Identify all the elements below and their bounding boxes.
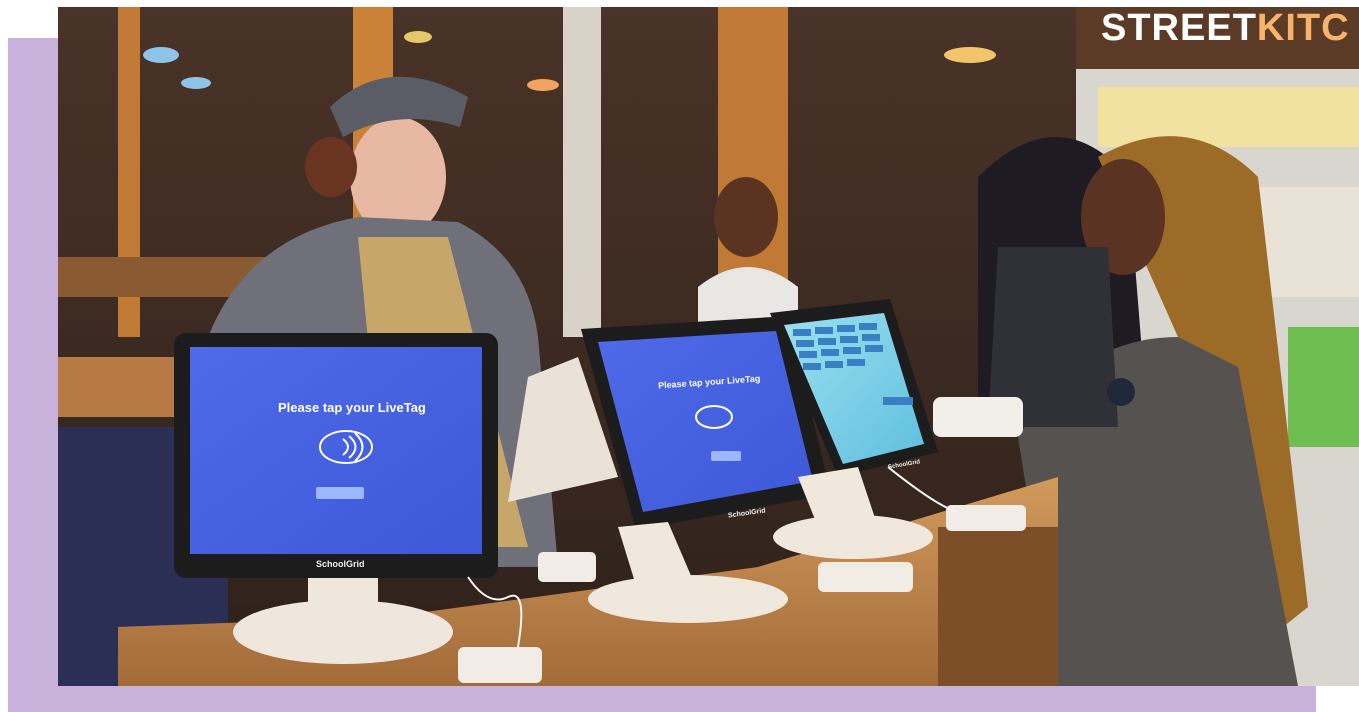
card-reader (818, 562, 913, 592)
student-background-face (714, 177, 778, 257)
kiosk-right-base (773, 515, 933, 559)
kiosk-left-prompt: Please tap your LiveTag (278, 400, 426, 415)
card-reader (458, 647, 542, 683)
kiosk-middle-base (588, 575, 788, 623)
cafeteria-photo: Please tap your LiveTag Please tap your … (58, 7, 1359, 686)
sign-word-street: STREET (1101, 7, 1257, 49)
school-logo-patch (1107, 378, 1135, 406)
kiosk-middle-button (711, 451, 741, 461)
ceiling-lamp (143, 47, 179, 63)
ceiling-lamp (181, 77, 211, 89)
scene-illustration (58, 7, 1359, 686)
staff-hair (305, 137, 357, 197)
kiosk-left-base (233, 600, 453, 664)
display-shelf (1098, 87, 1359, 147)
column (563, 7, 601, 337)
ceiling-lamp (527, 79, 559, 91)
ceiling-lamp (404, 31, 432, 43)
street-kitchen-sign-text: STREETKITC (1101, 7, 1350, 50)
coffee-cup (933, 397, 1023, 437)
sign-word-kitchen: KITC (1256, 7, 1350, 49)
card-reader (946, 505, 1026, 531)
kiosk-left-brand: SchoolGrid (316, 559, 365, 569)
kiosk-left-screen (190, 347, 482, 554)
counter-side (938, 527, 1058, 686)
ceiling-lamp (944, 47, 996, 63)
kiosk-left-button (316, 487, 364, 499)
dining-table (58, 357, 188, 417)
drink-shelf (1288, 327, 1359, 447)
card-reader (538, 552, 596, 582)
